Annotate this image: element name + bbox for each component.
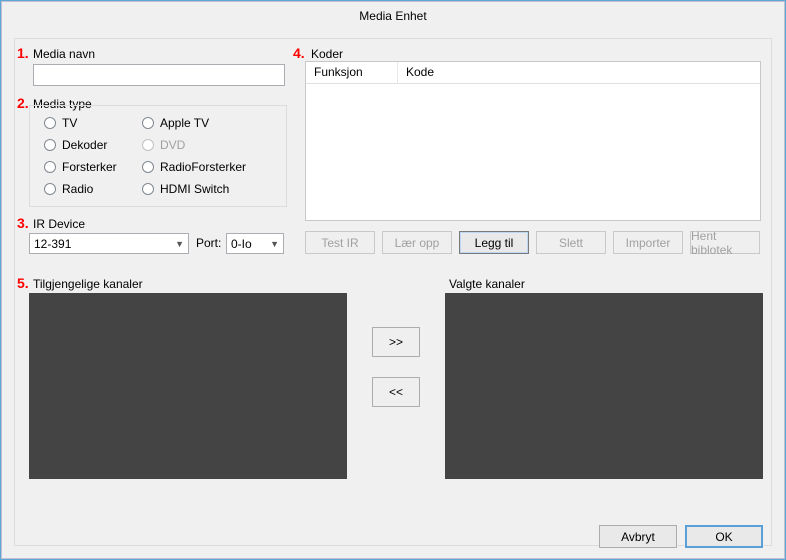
laer-opp-button: Lær opp <box>382 231 452 254</box>
content-panel: 1. 2. 3. 4. 5. Media navn Media type TV … <box>14 38 772 546</box>
koder-label: Koder <box>311 47 343 61</box>
ok-button[interactable]: OK <box>685 525 763 548</box>
col-funksjon[interactable]: Funksjon <box>306 62 398 83</box>
koder-table[interactable]: Funksjon Kode <box>305 61 761 221</box>
radio-dekoder-label: Dekoder <box>62 138 107 152</box>
importer-button: Importer <box>613 231 683 254</box>
radio-tv-label: TV <box>62 116 77 130</box>
radio-apple-tv-label: Apple TV <box>160 116 209 130</box>
radio-hdmi-switch-label: HDMI Switch <box>160 182 229 196</box>
radio-radioforsterker[interactable]: RadioForsterker <box>142 160 246 174</box>
radio-dekoder[interactable]: Dekoder <box>44 138 107 152</box>
radio-radio-label: Radio <box>62 182 93 196</box>
slett-button: Slett <box>536 231 606 254</box>
available-channels-label: Tilgjengelige kanaler <box>33 277 143 291</box>
annotation-1: 1. <box>17 45 29 61</box>
annotation-2: 2. <box>17 95 29 111</box>
media-type-group: TV Dekoder Forsterker Radio Apple TV DVD… <box>29 105 287 207</box>
annotation-4: 4. <box>293 45 305 61</box>
dialog-window: Media Enhet 1. 2. 3. 4. 5. Media navn Me… <box>1 1 785 559</box>
radio-radioforsterker-label: RadioForsterker <box>160 160 246 174</box>
radio-radio[interactable]: Radio <box>44 182 93 196</box>
ir-device-select[interactable]: 12-391 ▼ <box>29 233 189 254</box>
radio-forsterker[interactable]: Forsterker <box>44 160 117 174</box>
radio-tv[interactable]: TV <box>44 116 77 130</box>
col-kode[interactable]: Kode <box>398 62 760 83</box>
title-bar: Media Enhet <box>2 2 784 30</box>
port-select[interactable]: 0-Io ▼ <box>226 233 284 254</box>
radio-forsterker-label: Forsterker <box>62 160 117 174</box>
annotation-5: 5. <box>17 275 29 291</box>
media-navn-label: Media navn <box>33 47 95 61</box>
ir-device-value: 12-391 <box>34 237 71 251</box>
available-channels-list[interactable] <box>29 293 347 479</box>
window-title: Media Enhet <box>359 9 426 23</box>
move-right-button[interactable]: >> <box>372 327 420 357</box>
ir-device-label: IR Device <box>33 217 85 231</box>
radio-hdmi-switch[interactable]: HDMI Switch <box>142 182 229 196</box>
radio-dvd: DVD <box>142 138 185 152</box>
chevron-down-icon: ▼ <box>175 239 184 249</box>
port-value: 0-Io <box>231 237 252 251</box>
selected-channels-list[interactable] <box>445 293 763 479</box>
radio-apple-tv[interactable]: Apple TV <box>142 116 209 130</box>
radio-dvd-label: DVD <box>160 138 185 152</box>
annotation-3: 3. <box>17 215 29 231</box>
selected-channels-label: Valgte kanaler <box>449 277 525 291</box>
media-navn-input[interactable] <box>33 64 285 86</box>
move-left-button[interactable]: << <box>372 377 420 407</box>
port-label: Port: <box>196 236 221 250</box>
avbryt-button[interactable]: Avbryt <box>599 525 677 548</box>
test-ir-button: Test IR <box>305 231 375 254</box>
koder-header: Funksjon Kode <box>306 62 760 84</box>
hent-biblotek-button: Hent biblotek <box>690 231 760 254</box>
legg-til-button[interactable]: Legg til <box>459 231 529 254</box>
chevron-down-icon: ▼ <box>270 239 279 249</box>
